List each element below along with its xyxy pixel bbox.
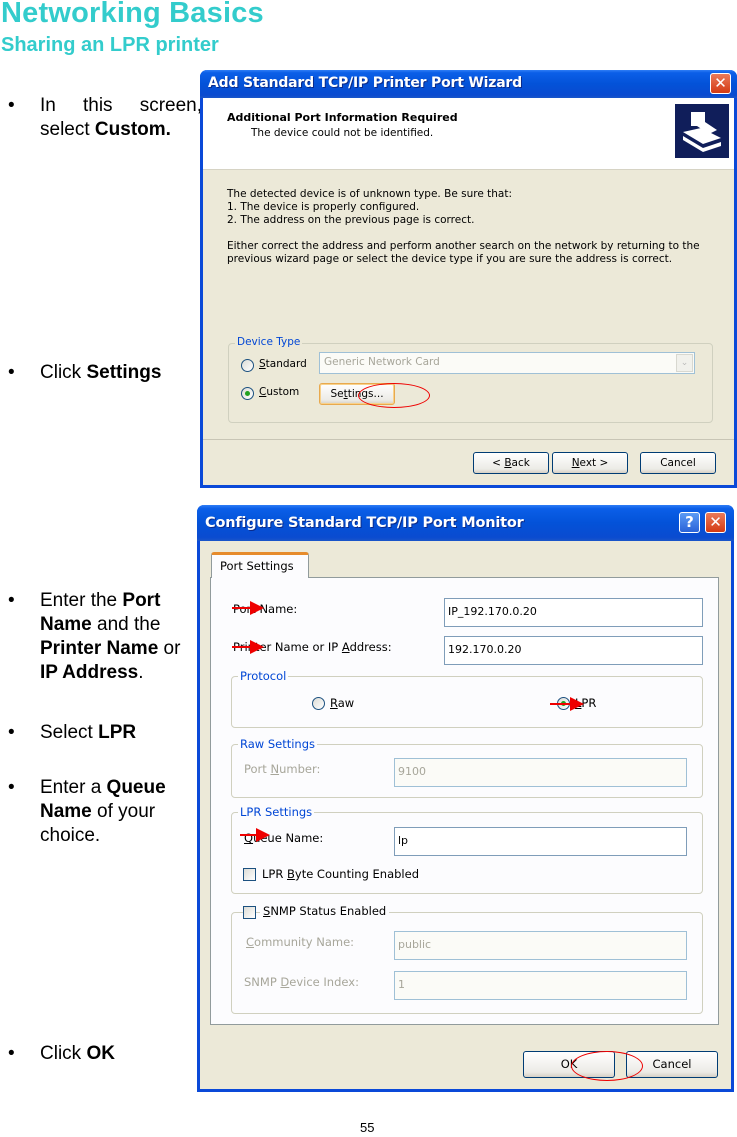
port-number-input[interactable]: 9100 <box>394 758 687 787</box>
port-settings-panel: Port Name: IP_192.170.0.20 Printer Name … <box>210 577 719 1025</box>
raw-label[interactable]: Raw <box>330 696 354 710</box>
ok-highlight-ellipse <box>571 1051 643 1081</box>
wizard-titlebar[interactable]: Add Standard TCP/IP Printer Port Wizard … <box>200 70 737 98</box>
close-icon[interactable]: ✕ <box>710 73 731 94</box>
bullet-icon: • <box>8 590 15 611</box>
arrow-icon <box>232 601 264 615</box>
device-type-group: Device Type Standard Generic Network Car… <box>228 336 713 423</box>
wizard-window: Add Standard TCP/IP Printer Port Wizard … <box>200 70 737 488</box>
page-number: 55 <box>360 1120 375 1135</box>
bullet-icon: • <box>8 722 15 743</box>
chevron-down-icon[interactable]: ⌄ <box>676 354 693 372</box>
port-number-label: Port Number: <box>244 762 321 776</box>
page-title: Networking Basics <box>1 0 264 29</box>
bullet-icon: • <box>8 362 15 383</box>
lpr-settings-group: LPR Settings Queue Name: lp LPR Byte Cou… <box>231 805 703 894</box>
queue-name-input[interactable]: lp <box>394 827 687 856</box>
close-icon[interactable]: ✕ <box>705 512 726 533</box>
raw-settings-group: Raw Settings Port Number: 9100 <box>231 737 703 798</box>
snmp-group: SNMP Status Enabled Community Name: publ… <box>231 904 703 1014</box>
port-monitor-title: Configure Standard TCP/IP Port Monitor <box>205 515 524 531</box>
standard-radio[interactable] <box>241 359 254 372</box>
printer-icon <box>675 104 729 158</box>
community-name-label: Community Name: <box>246 935 355 949</box>
printer-address-input[interactable]: 192.170.0.20 <box>444 636 703 665</box>
wizard-body: The detected device is of unknown type. … <box>227 188 700 265</box>
community-name-input[interactable]: public <box>394 931 687 960</box>
byte-counting-label[interactable]: LPR Byte Counting Enabled <box>262 867 419 881</box>
arrow-icon <box>240 828 270 842</box>
byte-counting-checkbox[interactable] <box>243 868 256 881</box>
bullet-icon: • <box>8 777 15 798</box>
arrow-icon <box>550 697 584 711</box>
settings-highlight-ellipse <box>358 383 430 408</box>
wizard-subheading: The device could not be identified. <box>251 127 434 139</box>
device-index-input[interactable]: 1 <box>394 971 687 1000</box>
back-button[interactable]: < Back <box>473 452 549 474</box>
standard-label[interactable]: Standard <box>259 358 307 370</box>
next-button[interactable]: Next > <box>552 452 628 474</box>
help-icon[interactable]: ? <box>679 512 700 533</box>
protocol-group: Protocol Raw LPR <box>231 669 703 728</box>
custom-radio[interactable] <box>241 387 254 400</box>
wizard-title: Add Standard TCP/IP Printer Port Wizard <box>208 75 522 91</box>
bullet-icon: • <box>8 95 15 116</box>
port-monitor-titlebar[interactable]: Configure Standard TCP/IP Port Monitor ?… <box>197 505 734 541</box>
page-subtitle: Sharing an LPR printer <box>1 34 219 56</box>
snmp-label[interactable]: SNMP Status Enabled <box>260 904 390 918</box>
device-type-legend: Device Type <box>235 336 303 348</box>
raw-radio[interactable] <box>312 697 325 710</box>
wizard-heading: Additional Port Information Required <box>227 111 458 124</box>
device-type-dropdown[interactable]: Generic Network Card ⌄ <box>319 352 695 374</box>
arrow-icon <box>232 640 264 654</box>
port-monitor-window: Configure Standard TCP/IP Port Monitor ?… <box>197 505 734 1092</box>
custom-label[interactable]: Custom <box>259 386 299 398</box>
port-name-input[interactable]: IP_192.170.0.20 <box>444 598 703 627</box>
bullet-icon: • <box>8 1043 15 1064</box>
device-index-label: SNMP Device Index: <box>244 975 359 989</box>
wizard-header: Additional Port Information Required The… <box>203 98 734 170</box>
snmp-checkbox[interactable] <box>243 906 256 919</box>
cancel-button[interactable]: Cancel <box>640 452 716 474</box>
tab-port-settings[interactable]: Port Settings <box>211 552 309 578</box>
